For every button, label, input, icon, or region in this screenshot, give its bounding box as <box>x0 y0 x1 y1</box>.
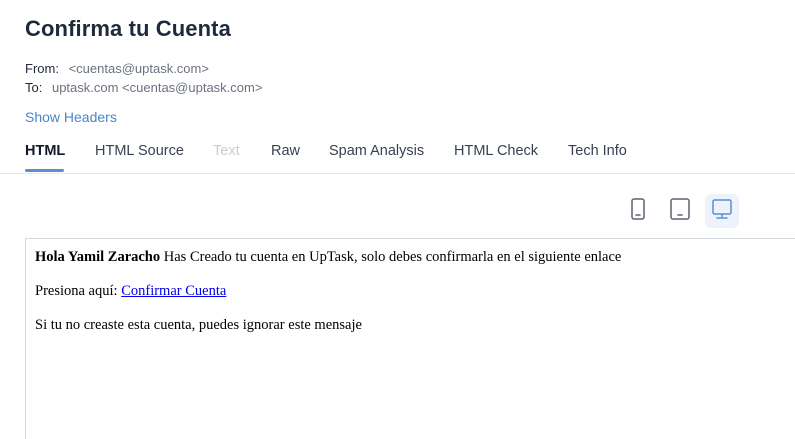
tablet-icon <box>670 197 690 225</box>
mobile-view-button[interactable] <box>621 194 655 228</box>
greeting-paragraph: Hola Yamil Zaracho Has Creado tu cuenta … <box>35 249 621 266</box>
email-subject: Confirma tu Cuenta <box>25 16 231 41</box>
tab-text: Text <box>213 143 240 159</box>
mobile-icon <box>631 197 645 225</box>
show-headers-link[interactable]: Show Headers <box>25 109 117 125</box>
confirm-account-link[interactable]: Confirmar Cuenta <box>121 283 226 299</box>
desktop-icon <box>711 198 733 225</box>
greeting-name: Hola Yamil Zaracho <box>35 249 161 265</box>
from-row: From: <cuentas@uptask.com> <box>25 61 209 77</box>
greeting-text: Has Creado tu cuenta en UpTask, solo deb… <box>160 249 622 265</box>
email-preview: Hola Yamil Zaracho Has Creado tu cuenta … <box>25 238 795 439</box>
view-tabs: HTML HTML Source Text Raw Spam Analysis … <box>0 138 795 174</box>
tab-html-source[interactable]: HTML Source <box>95 143 184 159</box>
to-label: To: <box>25 80 43 95</box>
desktop-view-button[interactable] <box>705 194 739 228</box>
tab-raw[interactable]: Raw <box>271 143 300 159</box>
active-tab-indicator <box>25 169 64 172</box>
press-text: Presiona aquí: <box>35 283 122 299</box>
from-label: From: <box>25 61 59 76</box>
ignore-paragraph: Si tu no creaste esta cuenta, puedes ign… <box>35 317 362 333</box>
from-value: <cuentas@uptask.com> <box>68 61 209 76</box>
tab-html[interactable]: HTML <box>25 143 65 159</box>
to-row: To: uptask.com <cuentas@uptask.com> <box>25 80 262 96</box>
tablet-view-button[interactable] <box>663 194 697 228</box>
tab-tech-info[interactable]: Tech Info <box>568 143 627 159</box>
confirm-paragraph: Presiona aquí: Confirmar Cuenta <box>35 283 226 300</box>
tab-html-check[interactable]: HTML Check <box>454 143 538 159</box>
to-value: uptask.com <cuentas@uptask.com> <box>51 80 263 95</box>
tab-spam-analysis[interactable]: Spam Analysis <box>329 143 424 159</box>
